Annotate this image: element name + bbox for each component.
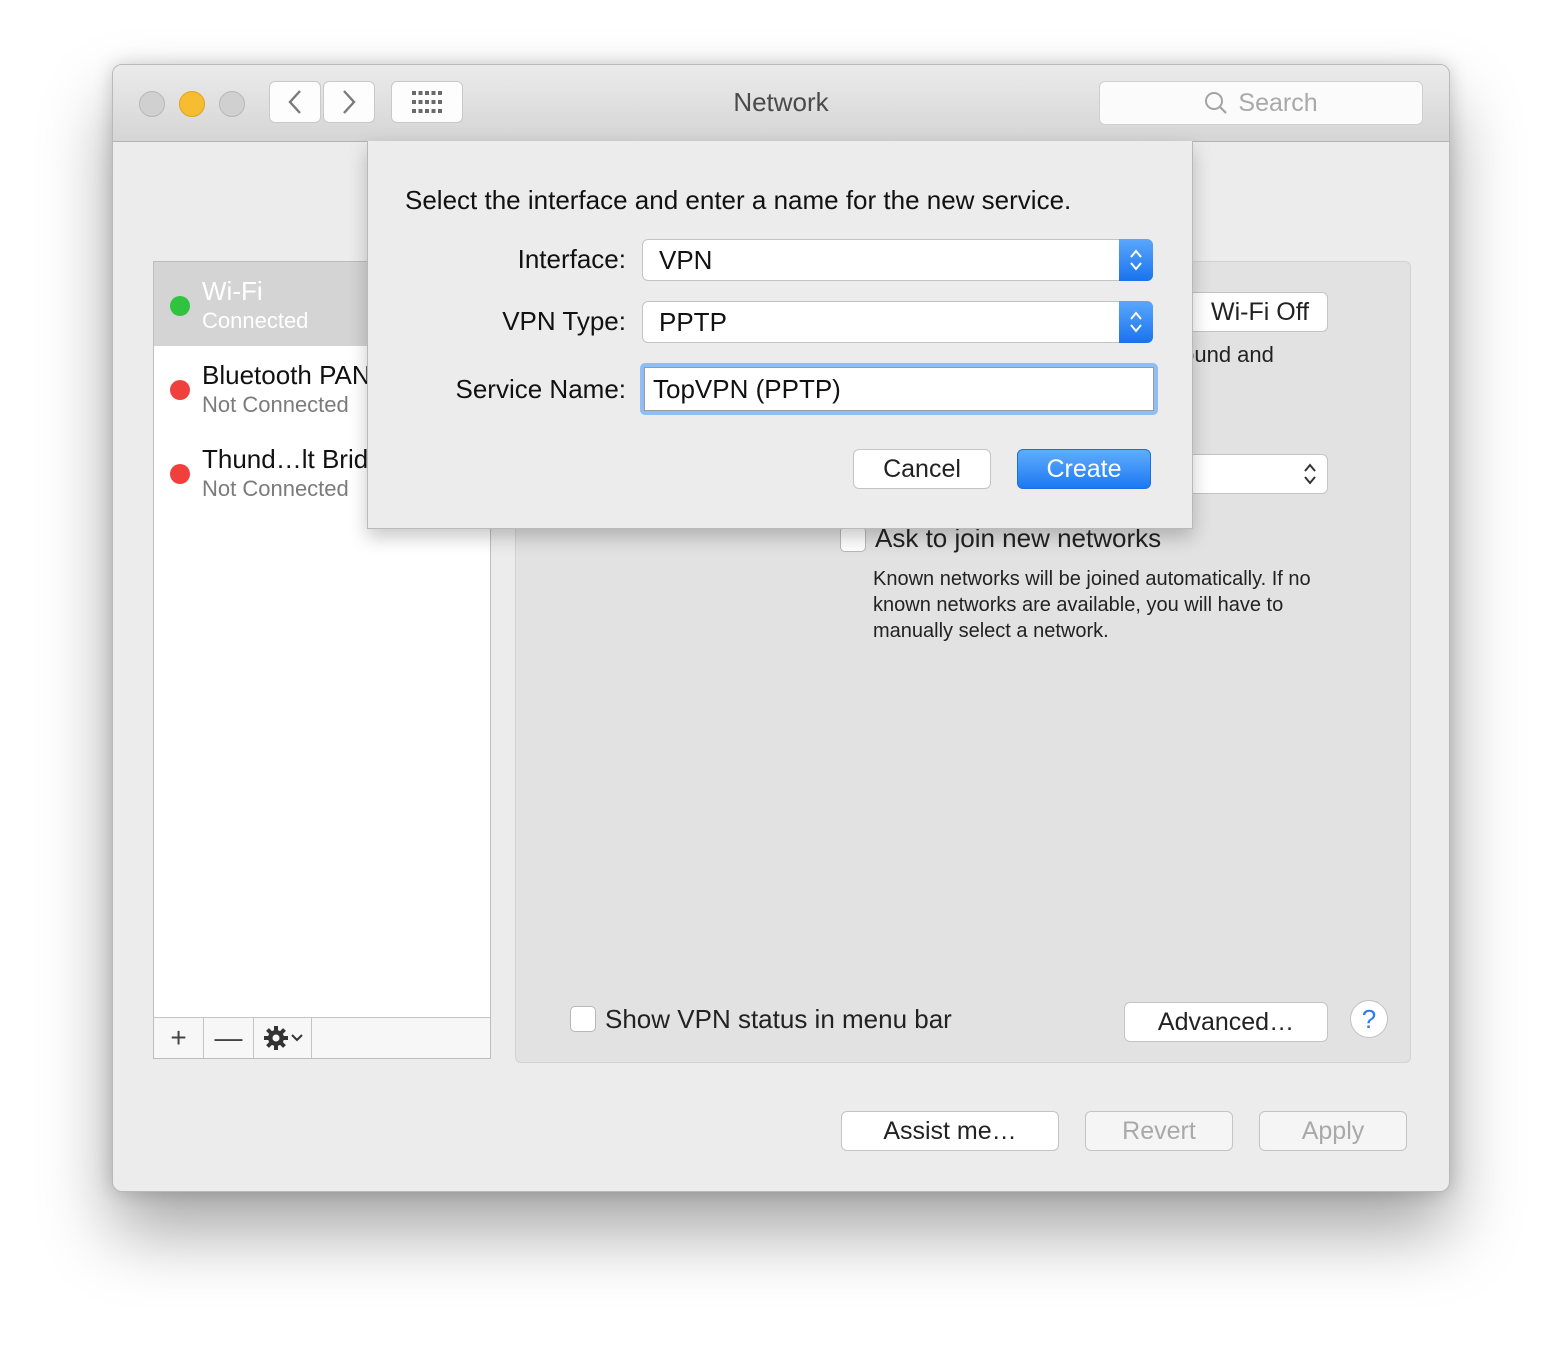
service-name: Bluetooth PAN (202, 360, 371, 390)
service-name-label: Service Name: (455, 374, 627, 404)
gear-icon (263, 1026, 288, 1050)
interface-value: VPN (659, 245, 713, 275)
chevron-down-icon (290, 1034, 303, 1042)
cancel-button[interactable]: Cancel (853, 449, 991, 489)
service-name-focus-ring (640, 363, 1158, 415)
search-icon (1205, 92, 1228, 114)
status-dot-icon (170, 380, 190, 400)
show-vpn-status-checkbox[interactable] (570, 1006, 596, 1032)
ask-join-description: Known networks will be joined automatica… (873, 568, 1311, 642)
service-list-toolbar: + — (154, 1017, 490, 1058)
updown-arrows-icon (1130, 249, 1142, 271)
vpn-type-popup[interactable]: PPTP (642, 301, 1153, 343)
show-vpn-status-label: Show VPN status in menu bar (605, 1004, 952, 1034)
status-dot-icon (170, 296, 190, 316)
assist-me-button[interactable]: Assist me… (841, 1111, 1059, 1151)
revert-button[interactable]: Revert (1085, 1111, 1233, 1151)
updown-arrows-icon (1130, 311, 1142, 333)
network-preferences-window: Network Search Wi-Fi Connected Bluetooth… (112, 64, 1450, 1192)
status-dot-icon (170, 464, 190, 484)
search-field[interactable]: Search (1099, 81, 1423, 125)
remove-service-button[interactable]: — (204, 1018, 254, 1058)
sheet-prompt: Select the interface and enter a name fo… (405, 185, 1072, 215)
vpn-type-value: PPTP (659, 307, 727, 337)
updown-arrows-icon (1304, 463, 1316, 485)
turn-wifi-off-label: Wi-Fi Off (1211, 297, 1310, 326)
service-name-input[interactable] (644, 367, 1154, 411)
title-bar: Network Search (113, 65, 1449, 142)
help-button[interactable]: ? (1350, 1000, 1388, 1038)
ask-join-checkbox[interactable] (840, 526, 866, 552)
vpn-type-popup-arrows (1119, 301, 1153, 343)
add-service-button[interactable]: + (154, 1018, 204, 1058)
interface-popup[interactable]: VPN (642, 239, 1153, 281)
service-actions-button[interactable] (254, 1018, 312, 1058)
service-status: Not Connected (202, 392, 349, 417)
apply-button[interactable]: Apply (1259, 1111, 1407, 1151)
service-name: Wi-Fi (202, 276, 263, 306)
vpn-type-label: VPN Type: (502, 306, 626, 336)
service-status: Not Connected (202, 476, 349, 501)
new-service-sheet: Select the interface and enter a name fo… (367, 141, 1193, 529)
search-placeholder: Search (1238, 88, 1318, 117)
interface-label: Interface: (517, 244, 626, 274)
service-status: Connected (202, 308, 309, 333)
interface-popup-arrows (1119, 239, 1153, 281)
create-button[interactable]: Create (1017, 449, 1151, 489)
advanced-button[interactable]: Advanced… (1124, 1002, 1328, 1042)
